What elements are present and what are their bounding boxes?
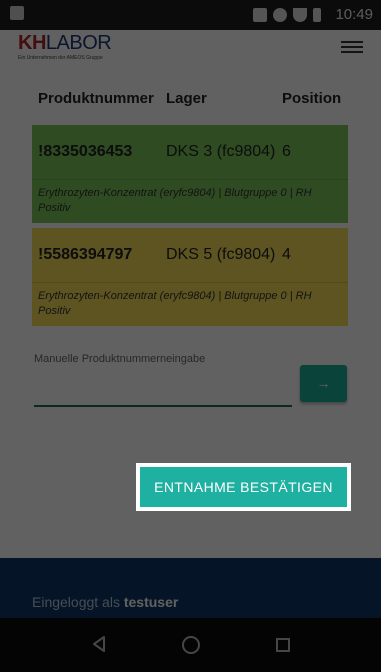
home-icon[interactable]	[182, 636, 200, 654]
manual-input-label: Manuelle Produktnummerneingabe	[34, 353, 206, 365]
row-lager: DKS 5 (fc9804)	[166, 246, 276, 263]
row-position: 4	[282, 246, 291, 263]
table-header: Produktnummer Lager Position	[32, 78, 348, 125]
do-not-disturb-icon	[273, 8, 287, 22]
row-details: Erythrozyten-Konzentrat (eryfc9804) | Bl…	[32, 179, 348, 223]
logo-kh: KH	[18, 32, 46, 54]
status-time: 10:49	[335, 6, 373, 23]
manual-input-field[interactable]	[34, 405, 292, 407]
logo-subtitle: Ein Unternehmen der AMEOS Gruppe	[18, 55, 103, 61]
app-header: KHLABOR Ein Unternehmen der AMEOS Gruppe	[0, 30, 381, 78]
row-position: 6	[282, 143, 291, 160]
product-table: Produktnummer Lager Position !8335036453…	[32, 78, 348, 326]
header-lager: Lager	[166, 90, 207, 107]
back-icon[interactable]	[90, 635, 108, 653]
logged-in-user: testuser	[123, 594, 179, 610]
confirm-withdrawal-button[interactable]: ENTNAHME BESTÄTIGEN	[140, 467, 347, 507]
khlabor-logo[interactable]: KHLABOR	[18, 32, 112, 55]
status-icons	[253, 8, 321, 22]
row-lager: DKS 3 (fc9804)	[166, 143, 276, 160]
row-product-id: !8335036453	[38, 143, 133, 160]
row-product-id: !5586394797	[38, 246, 133, 263]
row-main: !8335036453 DKS 3 (fc9804) 6	[32, 125, 348, 179]
header-produktnummer: Produktnummer	[38, 90, 154, 107]
android-nav-bar	[0, 618, 381, 672]
row-details: Erythrozyten-Konzentrat (eryfc9804) | Bl…	[32, 282, 348, 326]
camera-icon	[10, 6, 24, 20]
wifi-icon	[293, 8, 307, 22]
logged-in-text: Eingeloggt als testuser	[32, 594, 178, 610]
header-position: Position	[282, 90, 342, 107]
logo-lab: LABOR	[45, 32, 112, 54]
table-row[interactable]: !8335036453 DKS 3 (fc9804) 6 Erythrozyte…	[32, 125, 348, 223]
app-frame: 10:49 KHLABOR Ein Unternehmen der AMEOS …	[0, 0, 381, 672]
hamburger-menu-icon[interactable]	[341, 38, 363, 54]
row-main: !5586394797 DKS 5 (fc9804) 4	[32, 228, 348, 282]
login-footer: Eingeloggt als testuser	[0, 558, 381, 618]
logged-in-prefix: Eingeloggt als	[32, 594, 120, 610]
battery-icon	[313, 8, 321, 22]
confirm-highlight: ENTNAHME BESTÄTIGEN	[136, 463, 351, 511]
cast-icon	[253, 8, 267, 22]
submit-arrow-button[interactable]: →	[300, 365, 347, 402]
recents-icon[interactable]	[276, 638, 290, 652]
status-bar: 10:49	[0, 0, 381, 30]
table-row[interactable]: !5586394797 DKS 5 (fc9804) 4 Erythrozyte…	[32, 228, 348, 326]
